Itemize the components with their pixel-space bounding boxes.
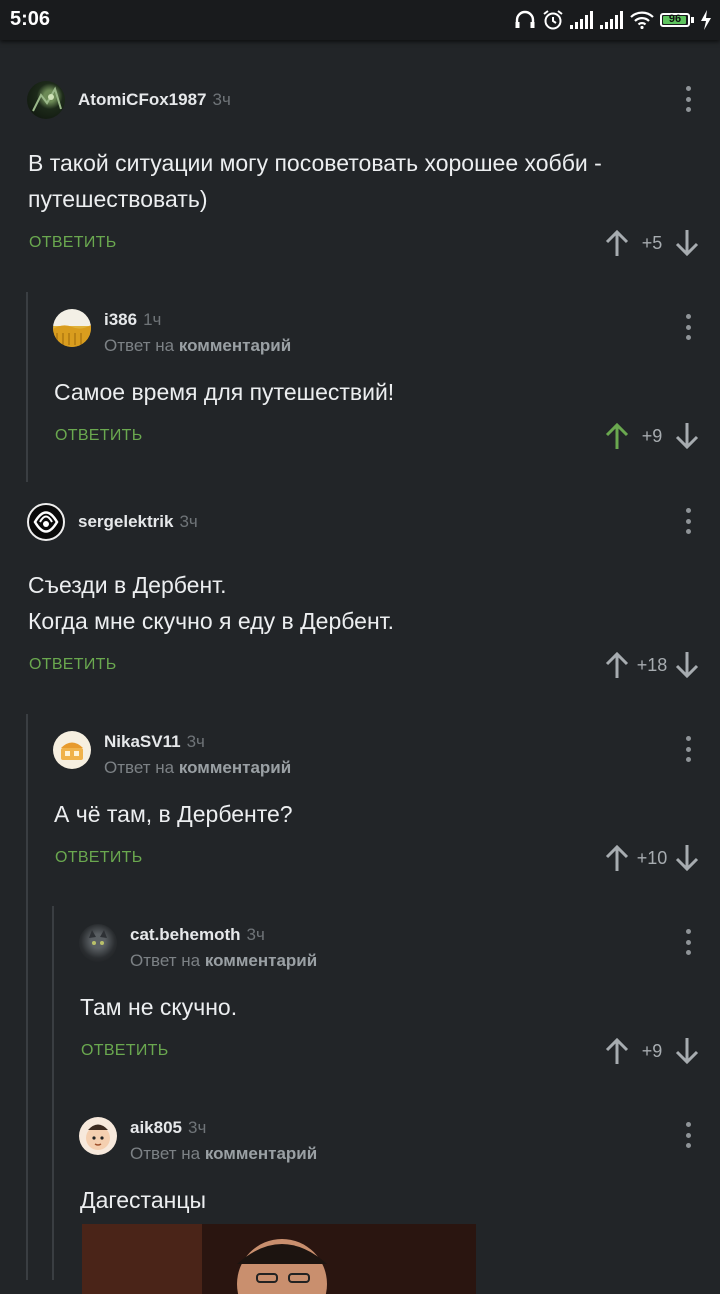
comment-author[interactable]: sergelektrik 3ч	[78, 512, 198, 532]
vote-score: +18	[636, 654, 668, 675]
reply-to-label: Ответ на комментарий	[130, 1144, 318, 1163]
downvote-arrow-icon[interactable]	[674, 421, 700, 451]
avatar[interactable]	[27, 81, 65, 119]
vote-controls: +5	[604, 228, 700, 258]
battery-icon: 96	[660, 13, 694, 27]
charging-icon	[701, 10, 711, 30]
comment-text: Съезди в Дербент. Когда мне скучно я еду…	[28, 572, 395, 634]
upvote-arrow-icon[interactable]	[604, 421, 630, 451]
more-options-icon[interactable]	[684, 929, 692, 955]
vote-score: +9	[641, 425, 663, 446]
more-options-icon[interactable]	[684, 1122, 692, 1148]
upvote-arrow-icon[interactable]	[604, 650, 630, 680]
comment-text: В такой ситуации могу посоветовать хорош…	[28, 150, 602, 212]
comment-text: Дагестанцы	[80, 1187, 207, 1213]
reply-button[interactable]: ОТВЕТИТЬ	[29, 234, 117, 252]
comment-text: Самое время для путешествий!	[54, 379, 395, 405]
reply-to-label: Ответ на комментарий	[104, 758, 292, 777]
reply-to-link[interactable]: комментарий	[179, 336, 291, 355]
more-options-icon[interactable]	[684, 736, 692, 762]
upvote-arrow-icon[interactable]	[604, 843, 630, 873]
more-options-icon[interactable]	[684, 508, 692, 534]
upvote-arrow-icon[interactable]	[604, 1036, 630, 1066]
comment-time: 3ч	[179, 512, 198, 531]
vote-controls: +9	[604, 1036, 700, 1066]
reply-to-link[interactable]: комментарий	[205, 1144, 317, 1163]
comment-author[interactable]: i386 1ч	[104, 310, 161, 330]
reply-button[interactable]: ОТВЕТИТЬ	[55, 427, 143, 445]
status-time: 5:06	[10, 8, 51, 30]
battery-percent: 96	[668, 13, 682, 25]
vote-score: +9	[641, 1040, 663, 1061]
more-options-icon[interactable]	[684, 86, 692, 112]
avatar[interactable]	[79, 924, 117, 962]
comment-time: 3ч	[212, 90, 231, 109]
comment-time: 1ч	[143, 310, 162, 329]
vote-controls: +10	[604, 843, 700, 873]
alarm-icon	[543, 10, 563, 30]
vote-score: +10	[636, 847, 668, 868]
signal-icon	[600, 11, 623, 29]
comment-author[interactable]: aik805 3ч	[130, 1118, 206, 1138]
comment-text: А чё там, в Дербенте?	[54, 801, 293, 827]
comment-text: Там не скучно.	[80, 994, 238, 1020]
comment-author[interactable]: cat.behemoth 3ч	[130, 925, 265, 945]
comment-author[interactable]: NikaSV11 3ч	[104, 732, 205, 752]
comment-image[interactable]	[82, 1224, 476, 1294]
avatar[interactable]	[79, 1117, 117, 1155]
upvote-arrow-icon[interactable]	[604, 228, 630, 258]
status-bar: 5:06 96	[0, 0, 720, 40]
reply-button[interactable]: ОТВЕТИТЬ	[81, 1042, 169, 1060]
vote-controls: +18	[604, 650, 700, 680]
avatar[interactable]	[53, 309, 91, 347]
thread-line	[26, 292, 28, 482]
reply-to-label: Ответ на комментарий	[130, 951, 318, 970]
downvote-arrow-icon[interactable]	[674, 650, 700, 680]
thread-line	[52, 906, 54, 1280]
wifi-icon	[630, 11, 654, 29]
reply-to-link[interactable]: комментарий	[205, 951, 317, 970]
reply-to-label: Ответ на комментарий	[104, 336, 292, 355]
downvote-arrow-icon[interactable]	[674, 1036, 700, 1066]
comment-time: 3ч	[188, 1118, 207, 1137]
thread-line	[26, 714, 28, 1280]
reply-button[interactable]: ОТВЕТИТЬ	[55, 849, 143, 867]
comment-author[interactable]: AtomiCFox1987 3ч	[78, 90, 231, 110]
signal-icon	[570, 11, 593, 29]
reply-button[interactable]: ОТВЕТИТЬ	[29, 656, 117, 674]
downvote-arrow-icon[interactable]	[674, 228, 700, 258]
vote-controls: +9	[604, 421, 700, 451]
status-icons: 96	[514, 9, 712, 31]
avatar[interactable]	[53, 731, 91, 769]
more-options-icon[interactable]	[684, 314, 692, 340]
comment-time: 3ч	[186, 732, 205, 751]
downvote-arrow-icon[interactable]	[674, 843, 700, 873]
comment-time: 3ч	[246, 925, 265, 944]
avatar[interactable]	[27, 503, 65, 541]
headphones-icon	[515, 10, 535, 28]
reply-to-link[interactable]: комментарий	[179, 758, 291, 777]
vote-score: +5	[641, 232, 663, 253]
